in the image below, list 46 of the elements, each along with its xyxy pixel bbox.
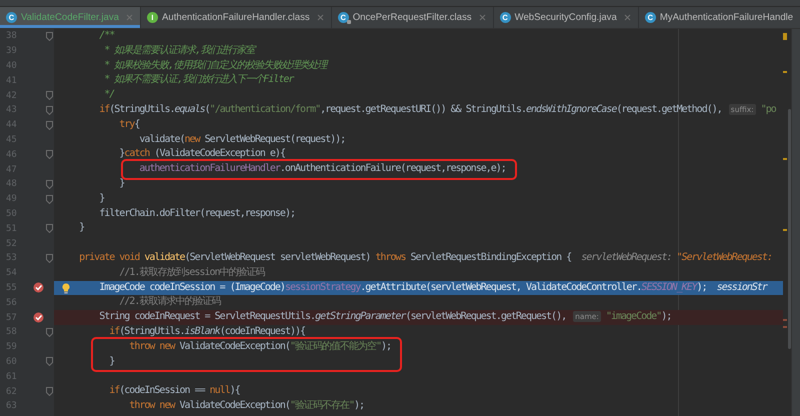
code-line: /** [99,30,114,41]
fold-marker-icon[interactable] [46,150,53,160]
code-line: * 如果是需要认证请求,我们进行家室 [104,44,254,56]
close-icon[interactable] [478,14,486,21]
code-line: //2.获取请求中的验证码 [119,296,220,308]
close-icon[interactable] [126,14,133,21]
tab-label: OncePerRequestFilter.class [352,12,472,23]
code-line: if(codeInSession == null){ [109,385,240,396]
close-icon[interactable] [624,14,631,21]
breakpoint-icon[interactable] [32,282,44,294]
tab-label: WebSecurityConfig.java [514,12,617,23]
code-line: try{ [119,118,140,130]
code-line: }catch (ValidateCodeException e){ [119,148,285,160]
fold-marker-icon[interactable] [46,387,53,396]
fold-marker-icon[interactable] [46,106,53,115]
tab-label: AuthenticationFailureHandler.class [162,12,310,23]
code-line: * 如果不需要认证,我们放行进入下一个Filter [104,74,294,86]
code-line: private void validate(ServletWebRequest servletWebRequest) throws ServletRequestBindingException { servletWebRequest: "ServletWebRequest: [79,252,772,263]
close-icon[interactable] [316,14,324,21]
code-line: } [119,178,124,189]
code-line: } [99,192,104,204]
code-line: } [109,356,114,367]
code-line: filterChain.doFilter(request,response); [99,208,295,219]
code-line: throw new ValidateCodeException("验证码的值不能为空"); [129,340,392,352]
code-line: if(StringUtils.isBlank(codeInRequest)){ [109,326,306,337]
fold-marker-icon[interactable] [46,120,53,130]
breakpoint-icon[interactable] [32,312,44,324]
lightbulb-icon[interactable] [62,282,70,294]
tab-label: ValidateCodeFilter.java [21,12,119,23]
fold-marker-icon[interactable] [46,328,53,337]
code-line: * 如果校验失败,使用我们自定义的校验失败处理类处理 [104,60,326,71]
code-line: authenticationFailureHandler.onAuthenticationFailure(request,response,e); [139,163,506,174]
fold-marker-icon[interactable] [46,224,53,234]
tab-label: MyAuthenticationFailureHandle [660,12,794,23]
code-line: ImageCode codeInSession = (ImageCode)sessionStrategy.getAttribute(servletWebRequest, ValidateCodeController.SESSION_KEY); sessionStr [99,282,767,293]
code-line: //1.获取存放到session中的验证码 [119,266,264,278]
fold-marker-icon[interactable] [46,91,53,100]
fold-marker-icon[interactable] [46,357,53,366]
fold-marker-icon[interactable] [46,32,53,41]
fold-marker-icon[interactable] [46,180,53,189]
fold-marker-icon[interactable] [46,254,53,263]
code-line: */ [104,89,114,100]
code-line: validate(new ServletWebRequest(request)); [139,134,346,145]
fold-marker-icon[interactable] [46,194,53,204]
code-line: } [79,222,84,234]
code-line: throw new ValidateCodeException("验证码不存在"); [129,400,364,411]
